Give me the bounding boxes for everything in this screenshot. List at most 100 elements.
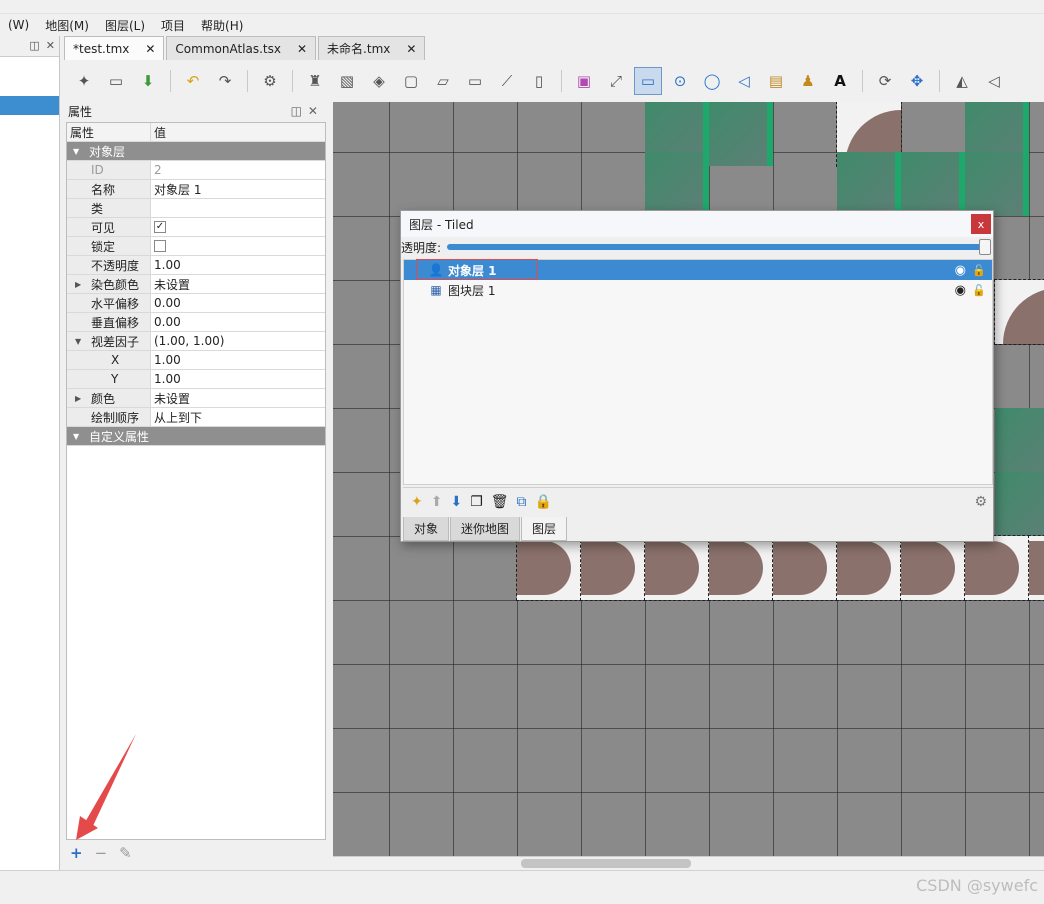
insert-text-icon[interactable]: A (826, 67, 854, 95)
delete-layer-icon[interactable]: 🗑 (491, 494, 509, 510)
tab-close-icon[interactable]: ✕ (297, 42, 307, 56)
group-object-layer[interactable]: ▼ 对象层 (67, 142, 325, 161)
locked-checkbox[interactable] (154, 240, 166, 252)
flip-horizontal-icon[interactable]: ◭ (948, 67, 976, 95)
menu-layer[interactable]: 图层(L) (97, 17, 153, 34)
redo-icon[interactable]: ↷ (211, 67, 239, 95)
prop-value[interactable]: (1.00, 1.00) (151, 332, 325, 350)
prop-value[interactable]: 对象层 1 (151, 180, 325, 198)
insert-tile-icon[interactable]: ▤ (762, 67, 790, 95)
prop-value[interactable]: 未设置 (151, 389, 325, 407)
prop-row-visible[interactable]: 可见 ✓ (67, 218, 325, 237)
layer-row-tile-layer[interactable]: ▦ 图块层 1 ◉ 🔓 (404, 280, 992, 300)
opacity-slider-handle[interactable] (979, 239, 991, 255)
lock-layer-icon[interactable]: 🔒 (535, 494, 552, 510)
close-icon[interactable]: ✕ (46, 39, 55, 52)
tab-close-icon[interactable]: ✕ (406, 42, 416, 56)
rect-select-icon[interactable]: ▭ (461, 67, 489, 95)
prop-row-draw-order[interactable]: 绘制顺序 从上到下 (67, 408, 325, 427)
collapse-arrow-icon[interactable]: ▼ (75, 337, 85, 346)
group-custom-properties[interactable]: ▼ 自定义属性 (67, 427, 325, 446)
tab-objects[interactable]: 对象 (403, 517, 450, 541)
open-file-icon[interactable]: ▭ (102, 67, 130, 95)
tab-layers[interactable]: 图层 (521, 517, 568, 541)
move-icon[interactable]: ✥ (903, 67, 931, 95)
prop-row-color[interactable]: ▶ 颜色 未设置 (67, 389, 325, 408)
rotate-icon[interactable]: ⟳ (871, 67, 899, 95)
tab-close-icon[interactable]: ✕ (145, 42, 155, 56)
shape-fill-icon[interactable]: ▢ (397, 67, 425, 95)
prop-row-parallax[interactable]: ▼ 视差因子 (1.00, 1.00) (67, 332, 325, 351)
raise-layer-icon[interactable]: ⬆ (431, 494, 443, 510)
prop-value[interactable]: 1.00 (151, 351, 325, 369)
dialog-title-bar[interactable]: 图层 - Tiled x (401, 211, 993, 237)
insert-rectangle-icon[interactable]: ▭ (634, 67, 662, 95)
collapse-arrow-icon[interactable]: ▼ (73, 147, 83, 156)
prop-value[interactable]: 0.00 (151, 294, 325, 312)
bucket-fill-icon[interactable]: ◈ (365, 67, 393, 95)
new-layer-icon[interactable]: ✦ (411, 494, 423, 510)
magic-wand-icon[interactable]: ⟋ (493, 67, 521, 95)
tab-commonatlas-tsx[interactable]: CommonAtlas.tsx ✕ (166, 36, 317, 60)
dialog-close-button[interactable]: x (971, 214, 991, 234)
eye-icon[interactable]: ◉ (955, 263, 966, 278)
prop-row-tint-color[interactable]: ▶ 染色颜色 未设置 (67, 275, 325, 294)
undo-icon[interactable]: ↶ (179, 67, 207, 95)
toggle-other-layers-icon[interactable]: ⧉ (517, 494, 527, 510)
menu-help[interactable]: 帮助(H) (193, 17, 251, 34)
left-dock-list[interactable] (0, 56, 59, 870)
commands-gear-icon[interactable]: ⚙ (256, 67, 284, 95)
left-dock-selected-item[interactable] (0, 96, 59, 115)
select-objects-icon[interactable]: ▣ (570, 67, 598, 95)
save-icon[interactable]: ⬇ (134, 67, 162, 95)
prop-value[interactable] (151, 199, 325, 217)
panel-controls[interactable]: ◫✕ (291, 104, 324, 118)
tab-minimap[interactable]: 迷你地图 (450, 517, 521, 541)
prop-row-id[interactable]: ID 2 (67, 161, 325, 180)
expand-arrow-icon[interactable]: ▶ (75, 394, 85, 403)
new-file-icon[interactable]: ✦ (70, 67, 98, 95)
terrain-brush-icon[interactable]: ▧ (333, 67, 361, 95)
collapse-arrow-icon[interactable]: ▼ (73, 432, 83, 441)
menu-map[interactable]: 地图(M) (37, 17, 97, 34)
prop-row-parallax-y[interactable]: Y 1.00 (67, 370, 325, 389)
insert-polygon-icon[interactable]: ◁ (730, 67, 758, 95)
menu-window[interactable]: (W) (0, 18, 37, 32)
unlock-icon[interactable]: 🔓 (972, 284, 986, 297)
tab-untitled-tmx[interactable]: 未命名.tmx ✕ (318, 36, 426, 60)
menu-project[interactable]: 项目 (153, 17, 193, 34)
horizontal-scrollbar[interactable] (333, 856, 1044, 870)
lower-layer-icon[interactable]: ⬇ (450, 494, 462, 510)
insert-ellipse-icon[interactable]: ◯ (698, 67, 726, 95)
flip-vertical-icon[interactable]: ◁ (980, 67, 1008, 95)
opacity-slider[interactable] (447, 239, 991, 255)
prop-value[interactable]: 从上到下 (151, 408, 325, 426)
stamp-brush-icon[interactable]: ♜ (301, 67, 329, 95)
prop-value[interactable]: 0.00 (151, 313, 325, 331)
prop-row-class[interactable]: 类 (67, 199, 325, 218)
scrollbar-thumb[interactable] (521, 859, 691, 868)
prop-row-offset-x[interactable]: 水平偏移 0.00 (67, 294, 325, 313)
prop-row-parallax-x[interactable]: X 1.00 (67, 351, 325, 370)
float-icon[interactable]: ◫ (29, 39, 39, 52)
eye-icon[interactable]: ◉ (955, 283, 966, 298)
dialog-options-icon[interactable]: ⚙ (974, 494, 987, 510)
insert-template-icon[interactable]: ♟ (794, 67, 822, 95)
prop-row-name[interactable]: 名称 对象层 1 (67, 180, 325, 199)
layer-row-object-layer[interactable]: 👤 对象层 1 ◉ 🔓 (404, 259, 992, 280)
visible-checkbox[interactable]: ✓ (154, 221, 166, 233)
prop-row-opacity[interactable]: 不透明度 1.00 (67, 256, 325, 275)
select-same-tile-icon[interactable]: ▯ (525, 67, 553, 95)
insert-point-icon[interactable]: ⊙ (666, 67, 694, 95)
prop-row-locked[interactable]: 锁定 (67, 237, 325, 256)
eraser-icon[interactable]: ▱ (429, 67, 457, 95)
edit-polygons-icon[interactable]: ⤢ (602, 67, 630, 95)
unlock-icon[interactable]: 🔓 (972, 264, 986, 277)
expand-arrow-icon[interactable]: ▶ (75, 280, 85, 289)
prop-value[interactable]: 1.00 (151, 370, 325, 388)
prop-value[interactable]: 未设置 (151, 275, 325, 293)
prop-value[interactable]: 1.00 (151, 256, 325, 274)
tab-test-tmx[interactable]: *test.tmx ✕ (64, 36, 165, 60)
duplicate-layer-icon[interactable]: ❐ (470, 494, 483, 510)
prop-row-offset-y[interactable]: 垂直偏移 0.00 (67, 313, 325, 332)
